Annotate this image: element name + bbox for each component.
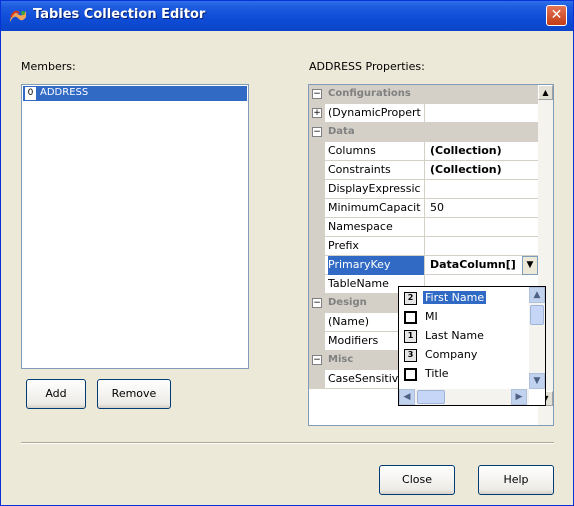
property-row-prefix[interactable]: Prefix — [309, 237, 538, 256]
row-gutter — [309, 161, 325, 180]
chevron-down-icon[interactable]: ▼ — [522, 256, 538, 275]
category-name: Configurations — [328, 88, 411, 99]
collapse-icon[interactable]: − — [312, 355, 322, 365]
row-gutter — [309, 313, 325, 332]
row-gutter — [309, 142, 325, 161]
scroll-thumb[interactable] — [417, 390, 445, 404]
property-value[interactable]: (Collection) — [430, 161, 538, 180]
window-title: Tables Collection Editor — [33, 7, 206, 22]
properties-label: ADDRESS Properties: — [309, 60, 425, 73]
scroll-right-icon[interactable]: ▶ — [511, 389, 527, 405]
scroll-left-icon[interactable]: ◀ — [399, 389, 415, 405]
property-name: MinimumCapacit — [328, 199, 425, 218]
add-button[interactable]: Add — [26, 379, 86, 409]
scroll-up-icon[interactable]: ▲ — [529, 287, 545, 303]
row-gutter — [309, 256, 325, 275]
collapse-icon[interactable]: − — [312, 89, 322, 99]
property-row-constraints[interactable]: Constraints (Collection) — [309, 161, 538, 180]
popup-horizontal-scrollbar[interactable]: ◀ ▶ — [399, 389, 529, 405]
row-gutter — [309, 199, 325, 218]
category-name: Design — [328, 297, 367, 308]
category-configurations[interactable]: − Configurations — [309, 85, 538, 104]
checkbox[interactable]: 1 — [404, 330, 417, 343]
member-index: 0 — [25, 87, 36, 100]
property-row-dynamic[interactable]: + (DynamicPropert — [309, 104, 538, 123]
row-gutter — [309, 218, 325, 237]
members-label: Members: — [21, 60, 76, 73]
column-name: Title — [425, 367, 449, 380]
column-option-company[interactable]: 3 Company — [401, 346, 529, 364]
property-row-primarykey[interactable]: PrimaryKey DataColumn[] ▼ — [309, 256, 538, 275]
members-list[interactable]: 0 ADDRESS — [21, 84, 249, 369]
row-gutter — [309, 275, 325, 294]
collapse-icon[interactable]: − — [312, 298, 322, 308]
column-option-first-name[interactable]: 2 First Name — [401, 289, 529, 307]
scroll-thumb[interactable] — [530, 305, 544, 325]
category-data[interactable]: − Data — [309, 123, 538, 142]
member-name: ADDRESS — [40, 87, 89, 98]
property-value[interactable] — [430, 218, 538, 237]
property-name: Namespace — [328, 218, 425, 237]
tables-collection-editor-dialog: Tables Collection Editor ✕ Members: 0 AD… — [0, 0, 574, 506]
divider — [21, 442, 554, 444]
property-value[interactable] — [430, 104, 538, 123]
title-bar: Tables Collection Editor ✕ — [1, 1, 573, 31]
row-gutter — [309, 237, 325, 256]
primary-key-dropdown[interactable]: 2 First Name MI 1 Last Name 3 Company Ti… — [398, 286, 546, 406]
category-name: Data — [328, 126, 355, 137]
column-name: MI — [425, 310, 438, 323]
property-name: PrimaryKey — [328, 256, 425, 275]
property-name: Prefix — [328, 237, 425, 256]
close-icon[interactable]: ✕ — [546, 5, 567, 26]
property-name: (DynamicPropert — [328, 104, 425, 123]
popup-vertical-scrollbar[interactable]: ▲ ▼ — [529, 287, 545, 389]
property-row-columns[interactable]: Columns (Collection) — [309, 142, 538, 161]
scroll-down-icon[interactable]: ▼ — [529, 373, 545, 389]
checkbox[interactable]: 3 — [404, 349, 417, 362]
expand-icon[interactable]: + — [312, 108, 322, 118]
checkbox[interactable] — [404, 368, 417, 381]
property-row-namespace[interactable]: Namespace — [309, 218, 538, 237]
row-gutter — [309, 370, 325, 389]
help-button[interactable]: Help — [478, 465, 554, 495]
collapse-icon[interactable]: − — [312, 127, 322, 137]
app-icon — [10, 10, 26, 22]
property-name: DisplayExpressic — [328, 180, 425, 199]
column-option-mi[interactable]: MI — [401, 308, 529, 326]
column-name: Last Name — [425, 329, 484, 342]
column-name: First Name — [423, 291, 487, 304]
property-value[interactable] — [430, 180, 538, 199]
property-value[interactable]: 50 — [430, 199, 538, 218]
row-gutter — [309, 332, 325, 351]
column-option-last-name[interactable]: 1 Last Name — [401, 327, 529, 345]
category-name: Misc — [328, 354, 354, 365]
column-option-title[interactable]: Title — [401, 365, 529, 383]
list-item[interactable]: 0 ADDRESS — [23, 86, 247, 101]
property-row-displayexpression[interactable]: DisplayExpressic — [309, 180, 538, 199]
checkbox[interactable]: 2 — [404, 292, 417, 305]
scroll-up-icon[interactable]: ▲ — [538, 85, 553, 100]
property-name: Columns — [328, 142, 425, 161]
checkbox[interactable] — [404, 311, 417, 324]
property-value[interactable]: (Collection) — [430, 142, 538, 161]
column-name: Company — [425, 348, 478, 361]
property-name: Constraints — [328, 161, 425, 180]
property-row-minimumcapacity[interactable]: MinimumCapacit 50 — [309, 199, 538, 218]
remove-button[interactable]: Remove — [97, 379, 171, 409]
close-button[interactable]: Close — [379, 465, 455, 495]
row-gutter — [309, 180, 325, 199]
property-value[interactable] — [430, 237, 538, 256]
